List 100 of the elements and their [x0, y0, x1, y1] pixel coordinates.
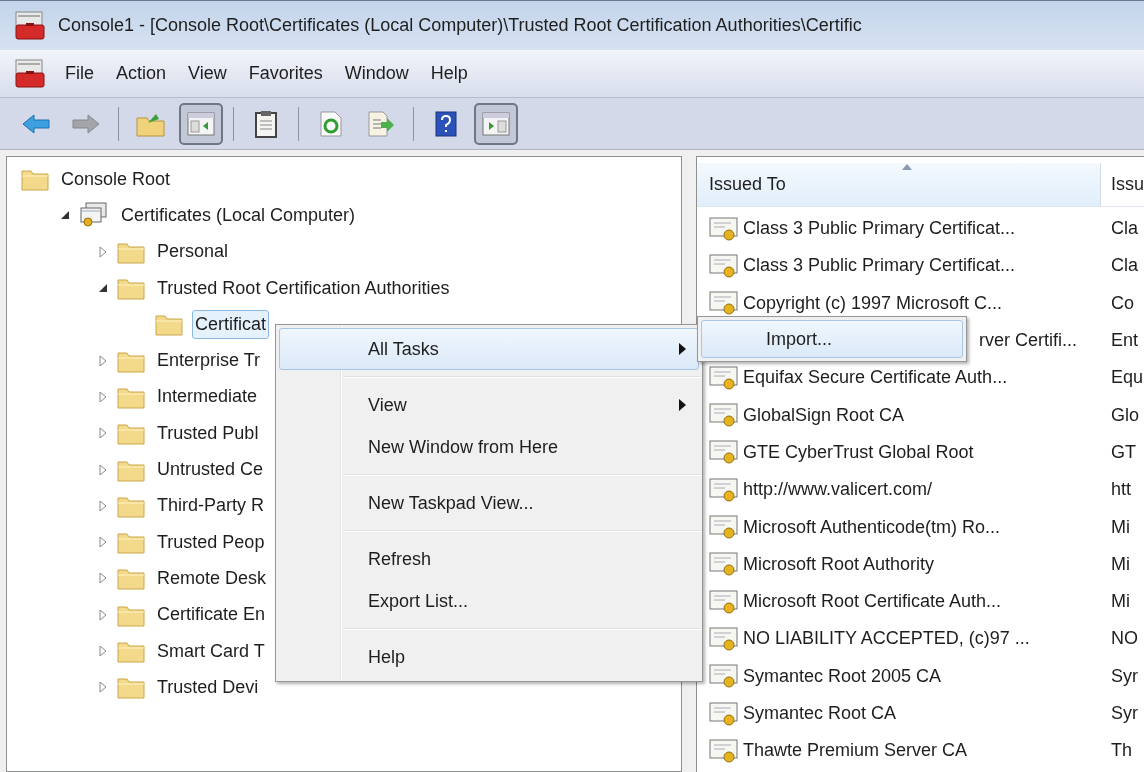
list-cell-text: Mi [1110, 590, 1130, 614]
expand-arrow-icon[interactable] [97, 607, 109, 622]
certificate-icon [709, 588, 739, 615]
menu-item[interactable]: Help [279, 636, 699, 678]
toolbox-icon [14, 58, 48, 89]
column-header[interactable]: Issued To [697, 163, 1101, 206]
expand-arrow-icon[interactable] [97, 680, 109, 695]
list-cell-text: GT [1110, 440, 1136, 464]
clipboard-icon [254, 109, 278, 138]
tree-item[interactable]: Trusted Root Certification Authorities [155, 274, 452, 302]
list-cell-text: Glo [1110, 403, 1139, 427]
certificate-icon [709, 551, 739, 578]
toolbox-icon [14, 10, 48, 41]
folder-icon [117, 530, 145, 555]
tree-item[interactable]: Certificat [193, 310, 268, 338]
list-cell-text: Thawte Premium Server CA [743, 739, 968, 763]
list-cell-text: Co [1110, 291, 1134, 315]
expand-arrow-icon[interactable] [97, 498, 109, 513]
column-header[interactable]: Issu [1101, 163, 1144, 206]
menu-item[interactable]: New Window from Here [279, 426, 699, 468]
tree-item[interactable]: Remote Desk [155, 564, 269, 592]
menu-item[interactable]: View [279, 384, 699, 426]
folder-icon [117, 276, 145, 301]
list-cell-text: Equ [1110, 366, 1144, 390]
folder-icon [21, 167, 49, 192]
list-cell-text: Syr [1110, 664, 1138, 688]
folder-icon [117, 675, 145, 700]
list-cell-text: NO [1110, 627, 1138, 651]
certificate-icon [709, 215, 739, 242]
expand-arrow-icon[interactable] [97, 389, 109, 404]
list-cell-text: Class 3 Public Primary Certificat... [743, 254, 1016, 278]
menu-item[interactable]: Export List... [279, 580, 699, 622]
window-title: Console1 - [Console Root\Certificates (Local Computer)\Trusted Root Certification Authorities\Certific [58, 14, 862, 37]
certificate-icon [709, 663, 739, 690]
tree-item[interactable]: Untrusted Ce [155, 456, 266, 483]
certificate-icon [709, 439, 739, 466]
submenu-arrow-icon [679, 343, 686, 355]
sort-arrow-icon [902, 164, 912, 170]
certificate-icon [709, 252, 739, 279]
certificate-icon [709, 700, 739, 727]
certificate-icon [709, 402, 739, 429]
list-cell-text: Syr [1110, 702, 1138, 725]
list-cell-text: Class 3 Public Primary Certificat... [743, 217, 1016, 241]
expand-arrow-icon[interactable] [97, 244, 109, 259]
list-cell-text: Ent [1110, 329, 1139, 353]
expand-arrow-icon[interactable] [97, 426, 109, 441]
certificate-icon [709, 737, 739, 764]
expand-arrow-icon[interactable] [97, 353, 109, 368]
export-list-icon [367, 109, 395, 138]
menu-item[interactable]: All Tasks [279, 328, 699, 370]
action-pane-icon [481, 110, 511, 137]
list-cell-text: Microsoft Root Authority [743, 552, 935, 576]
list-cell-text: htt [1110, 478, 1131, 502]
expand-arrow-icon[interactable] [97, 644, 109, 658]
list-cell-text: rver Certifi... [979, 329, 1077, 353]
tree-item[interactable]: Trusted Devi [155, 673, 261, 701]
list-cell-text: http://www.valicert.com/ [743, 478, 933, 502]
action-pane-button[interactable] [474, 102, 518, 145]
tree-item[interactable]: Certificates (Local Computer) [119, 201, 358, 229]
menu-item[interactable]: File [54, 60, 105, 87]
list-cell-text: Microsoft Authenticode(tm) Ro... [743, 515, 1001, 539]
tree-item[interactable]: Trusted Publ [155, 419, 261, 447]
tree-item[interactable]: Certificate En [155, 601, 268, 629]
expand-arrow-icon[interactable] [97, 535, 109, 550]
tree-item[interactable]: Console Root [59, 165, 173, 193]
refresh-icon [318, 109, 344, 138]
list-cell-text: Equifax Secure Certificate Auth... [743, 366, 1008, 390]
list-cell-text: Copyright (c) 1997 Microsoft C... [743, 291, 1003, 315]
back-arrow-icon [21, 112, 51, 135]
menu-item[interactable]: Window [333, 60, 420, 87]
menu-item[interactable]: Refresh [279, 538, 699, 580]
menu-item[interactable]: Help [419, 60, 479, 87]
tree-item[interactable]: Smart Card T [155, 637, 267, 665]
menu-item[interactable]: View [177, 60, 238, 87]
expand-arrow-icon[interactable] [97, 571, 109, 586]
certificate-store-icon [79, 202, 109, 229]
menu-item[interactable]: Import... [701, 320, 963, 358]
folder-icon [155, 312, 183, 337]
tree-item[interactable]: Trusted Peop [155, 528, 267, 556]
folder-icon [117, 566, 145, 591]
certificate-icon [709, 514, 739, 540]
menu-item[interactable]: New Taskpad View... [279, 482, 699, 524]
folder-icon [117, 639, 145, 663]
list-cell-text: NO LIABILITY ACCEPTED, (c)97 ... [743, 627, 1030, 651]
tree-item[interactable]: Third-Party R [155, 492, 266, 520]
list-cell-text: Microsoft Root Certificate Auth... [743, 590, 1002, 614]
tree-item[interactable]: Enterprise Tr [155, 347, 263, 375]
list-cell-text: Mi [1110, 515, 1130, 539]
menu-item[interactable]: Action [105, 60, 178, 87]
tree-item[interactable]: Personal [155, 238, 231, 266]
list-cell-text: Cla [1110, 254, 1138, 278]
menu-item[interactable]: Favorites [237, 60, 334, 87]
pane-toggle-button[interactable] [179, 102, 223, 145]
list-cell-text: GTE CyberTrust Global Root [743, 440, 974, 464]
list-cell-text: Symantec Root 2005 CA [743, 664, 942, 688]
tree-item[interactable]: Intermediate [155, 383, 260, 411]
list-cell-text: Cla [1110, 217, 1138, 241]
folder-icon [117, 421, 145, 446]
pane-toggle-icon [186, 110, 216, 137]
expand-arrow-icon[interactable] [97, 462, 109, 477]
